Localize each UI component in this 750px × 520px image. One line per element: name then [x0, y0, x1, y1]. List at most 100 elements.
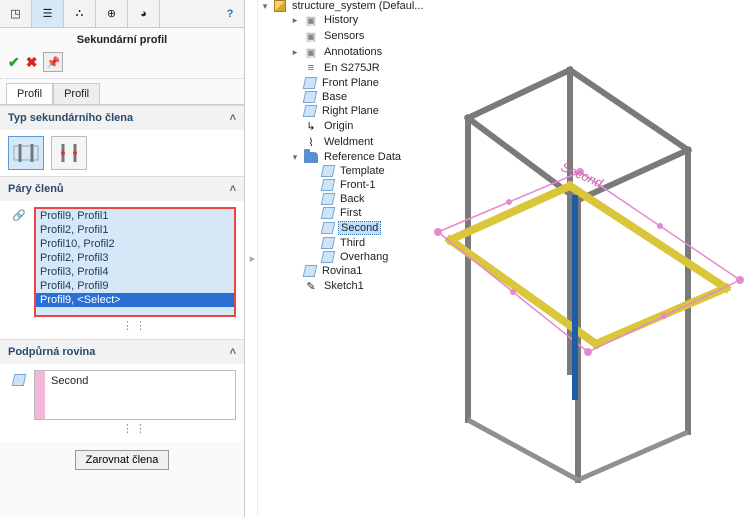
- tree-item-label: Reference Data: [322, 151, 403, 163]
- tree-item-label: First: [338, 207, 363, 219]
- tree-item[interactable]: ▾ Reference Data: [274, 150, 440, 164]
- support-plane-header[interactable]: Podpůrná rovina ˄: [0, 340, 244, 364]
- tree-item[interactable]: Template: [274, 164, 440, 178]
- help-icon: ?: [227, 8, 234, 20]
- tree-item[interactable]: Front-1: [274, 178, 440, 192]
- plane-icon: [303, 91, 318, 103]
- field-resize-handle[interactable]: ⋮⋮: [34, 420, 236, 436]
- panel-tab-1[interactable]: ◳: [0, 0, 32, 27]
- member-type-support-plane[interactable]: [8, 136, 44, 170]
- model-view: Second: [420, 0, 750, 517]
- tree-item[interactable]: Second: [274, 220, 440, 236]
- tree-item[interactable]: Front Plane: [274, 76, 440, 90]
- cancel-button[interactable]: ✖: [26, 54, 38, 71]
- tree-item[interactable]: ≡ En S275JR: [274, 60, 440, 76]
- list-resize-handle[interactable]: ⋮⋮: [34, 317, 236, 333]
- tree-item[interactable]: Back: [274, 192, 440, 206]
- member-pairs-header[interactable]: Páry členů ˄: [0, 177, 244, 201]
- member-pair-item[interactable]: Profil10, Profil2: [36, 237, 234, 251]
- panel-splitter[interactable]: ▸: [248, 0, 258, 517]
- plane-icon: [303, 265, 318, 277]
- support-plane-icon: [13, 142, 39, 164]
- tree-item[interactable]: ▣Sensors: [274, 28, 440, 44]
- pair-link-icon[interactable]: 🔗: [8, 207, 30, 317]
- pushpin-icon: 📌: [47, 56, 61, 69]
- tree-body: ▸▣History▣Sensors ▸ ▣ Annotations ≡ En S275JR…: [260, 12, 440, 294]
- tree-item-label: Base: [320, 91, 349, 103]
- tree-item-label: Sensors: [322, 30, 366, 42]
- property-mgr-icon: ☰: [41, 7, 55, 21]
- selection-color-swatch: [35, 371, 45, 419]
- member-pair-item[interactable]: Profil2, Profil1: [36, 223, 234, 237]
- expander-icon[interactable]: ▸: [290, 47, 300, 58]
- plane-icon: [321, 237, 336, 249]
- subtab-profil-2[interactable]: Profil: [53, 83, 100, 104]
- tree-item[interactable]: Right Plane: [274, 104, 440, 118]
- pin-button[interactable]: 📌: [43, 52, 63, 72]
- subtab-profil-1[interactable]: Profil: [6, 83, 53, 104]
- grip-icon: ⋮⋮: [122, 319, 148, 332]
- support-plane-label: Podpůrná rovina: [8, 346, 95, 358]
- member-type-header[interactable]: Typ sekundárního člena ˄: [0, 106, 244, 130]
- plane-icon: [321, 193, 336, 205]
- plane-icon: [321, 179, 336, 191]
- tree-item[interactable]: Third: [274, 236, 440, 250]
- generic-icon: ▣: [304, 45, 318, 59]
- expander-icon[interactable]: ▾: [290, 152, 300, 163]
- tree-item[interactable]: ▸ ▣ Annotations: [274, 44, 440, 60]
- tree-item-label: Annotations: [322, 46, 384, 58]
- member-pair-item[interactable]: Profil9, <Select>: [36, 293, 234, 307]
- expander-icon[interactable]: ▸: [290, 15, 300, 26]
- target-icon: ⊕: [105, 7, 119, 21]
- member-pair-item[interactable]: Profil3, Profil4: [36, 265, 234, 279]
- tree-item-label: Third: [338, 237, 367, 249]
- member-pair-item[interactable]: Profil9, Profil1: [36, 209, 234, 223]
- member-pairs-list[interactable]: Profil9, Profil1Profil2, Profil1Profil10…: [34, 207, 236, 317]
- member-pair-item[interactable]: Profil4, Profil9: [36, 279, 234, 293]
- ok-button[interactable]: ✔: [8, 54, 20, 71]
- panel-tabstrip: ◳ ☰ ⛬ ⊕ ◕ ?: [0, 0, 244, 28]
- tree-item-label: Template: [338, 165, 387, 177]
- member-type-up-to[interactable]: [51, 136, 87, 170]
- panel-tab-2[interactable]: ☰: [32, 0, 64, 27]
- tree-item[interactable]: Rovina1: [274, 264, 440, 278]
- support-plane-section: Podpůrná rovina ˄ Second ⋮⋮ Zarovnat čle…: [0, 339, 244, 478]
- tree-item[interactable]: ↳Origin: [274, 118, 440, 134]
- tree-item[interactable]: First: [274, 206, 440, 220]
- help-button[interactable]: ?: [216, 0, 244, 27]
- graphics-viewport[interactable]: Second: [420, 0, 750, 517]
- plane-icon: [321, 165, 336, 177]
- tree-item-label: Overhang: [338, 251, 390, 263]
- tree-item[interactable]: ✎Sketch1: [274, 278, 440, 294]
- member-type-section: Typ sekundárního člena ˄: [0, 105, 244, 176]
- support-plane-field[interactable]: Second: [34, 370, 236, 420]
- grip-icon: ⋮⋮: [122, 422, 148, 435]
- tree-item[interactable]: ⌇Weldment: [274, 134, 440, 150]
- tree-item[interactable]: ▸▣History: [274, 12, 440, 28]
- plane-icon: [303, 105, 318, 117]
- align-member-button[interactable]: Zarovnat člena: [75, 450, 170, 470]
- member-type-label: Typ sekundárního člena: [8, 112, 133, 124]
- member-pairs-label: Páry členů: [8, 183, 64, 195]
- expander-icon[interactable]: ▾: [260, 1, 270, 12]
- plane-icon: [303, 77, 318, 89]
- tree-item-label: Front-1: [338, 179, 377, 191]
- member-pair-item[interactable]: Profil2, Profil3: [36, 251, 234, 265]
- tree-root[interactable]: ▾ structure_system (Defaul...: [260, 0, 440, 12]
- tree-item[interactable]: Overhang: [274, 250, 440, 264]
- panel-tab-3[interactable]: ⛬: [64, 0, 96, 27]
- tree-item-label: En S275JR: [322, 62, 382, 74]
- panel-tab-4[interactable]: ⊕: [96, 0, 128, 27]
- material-icon: ≡: [304, 61, 318, 75]
- member-pairs-section: Páry členů ˄ 🔗 Profil9, Profil1Profil2, …: [0, 176, 244, 339]
- tree-item-label: Right Plane: [320, 105, 381, 117]
- tree-item-label: History: [322, 14, 360, 26]
- tree-item-label: Front Plane: [320, 77, 381, 89]
- tree-item-label: Origin: [322, 120, 355, 132]
- property-panel: ◳ ☰ ⛬ ⊕ ◕ ? Sekundární profil ✔ ✖ 📌 Prof…: [0, 0, 245, 517]
- plane-icon: [321, 251, 336, 263]
- plane-icon: [321, 207, 336, 219]
- panel-tab-5[interactable]: ◕: [128, 0, 160, 27]
- profile-subtabs: Profil Profil: [0, 79, 244, 105]
- tree-item[interactable]: Base: [274, 90, 440, 104]
